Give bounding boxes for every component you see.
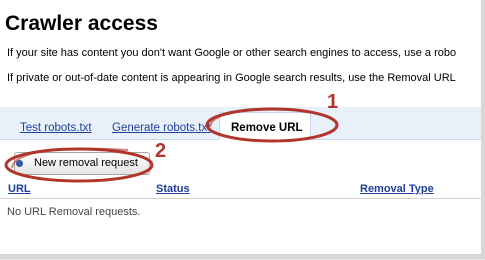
intro-line-removal: If private or out-of-date content is app… bbox=[7, 72, 456, 84]
page-title: Crawler access bbox=[5, 12, 158, 35]
empty-table-message: No URL Removal requests. bbox=[7, 206, 141, 218]
tab-test-robots[interactable]: Test robots.txt bbox=[20, 122, 92, 134]
column-header-removal-type[interactable]: Removal Type bbox=[360, 183, 434, 195]
column-header-url[interactable]: URL bbox=[8, 183, 31, 195]
intro-line-robots: If your site has content you don't want … bbox=[7, 47, 457, 59]
tab-remove-url-label: Remove URL bbox=[231, 122, 303, 134]
annotation-number-2: 2 bbox=[155, 140, 167, 162]
column-header-status[interactable]: Status bbox=[156, 183, 190, 195]
add-icon bbox=[16, 160, 23, 167]
annotation-number-1: 1 bbox=[327, 91, 339, 113]
new-removal-request-label: New removal request bbox=[34, 157, 138, 169]
tab-generate-robots[interactable]: Generate robots.txt bbox=[112, 122, 210, 134]
page-frame: Crawler access If your site has content … bbox=[0, 0, 485, 260]
